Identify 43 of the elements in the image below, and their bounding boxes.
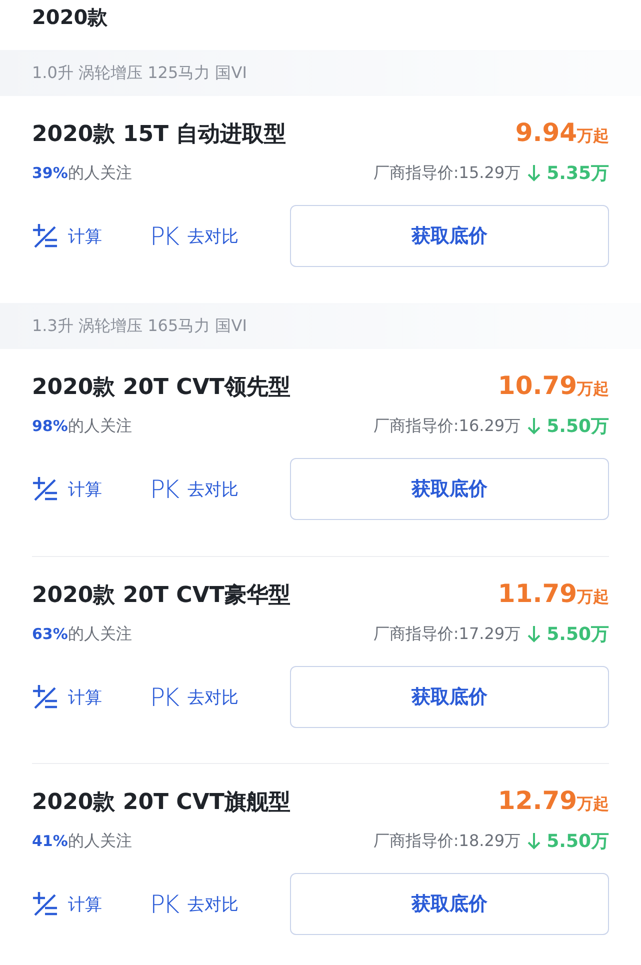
attention-text: 98%的人关注 [32, 416, 132, 436]
calculator-icon [32, 476, 58, 502]
msrp-text: 厂商指导价:17.29万 [373, 624, 521, 644]
get-price-button[interactable]: 获取底价 [290, 205, 609, 267]
msrp-text: 厂商指导价:18.29万 [373, 830, 521, 852]
down-arrow-icon [526, 417, 541, 435]
compare-link[interactable]: PK 去对比 [150, 682, 290, 712]
section-heading: 2020款 [31, 4, 109, 31]
calculator-icon [32, 684, 58, 710]
trim-name: 2020款 20T CVT豪华型 [32, 582, 290, 610]
msrp-text: 厂商指导价:15.29万 [373, 162, 521, 184]
attention-text: 63%的人关注 [32, 624, 132, 644]
discount-text: 5.35万 [546, 162, 609, 185]
msrp-text: 厂商指导价:16.29万 [373, 416, 521, 436]
calculate-link[interactable]: 计算 [32, 891, 150, 917]
calculate-link[interactable]: 计算 [32, 684, 150, 710]
discount-text: 5.50万 [546, 415, 609, 438]
trim-name: 2020款 15T 自动进取型 [32, 121, 286, 149]
price: 11.79万起 [498, 579, 609, 608]
compare-link[interactable]: PK 去对比 [150, 890, 290, 918]
get-price-button[interactable]: 获取底价 [290, 458, 609, 520]
trim-name: 2020款 20T CVT领先型 [32, 374, 290, 402]
calculate-link[interactable]: 计算 [32, 223, 150, 249]
get-price-button[interactable]: 获取底价 [290, 873, 609, 935]
attention-text: 39%的人关注 [32, 162, 132, 184]
calculate-link[interactable]: 计算 [32, 476, 150, 502]
engine-spec: 1.0升 涡轮增压 125马力 国VI [32, 62, 247, 84]
calculator-icon [32, 891, 58, 917]
down-arrow-icon [526, 832, 541, 850]
engine-spec: 1.3升 涡轮增压 165马力 国VI [32, 316, 247, 336]
calculator-icon [32, 223, 58, 249]
trim-name: 2020款 20T CVT旗舰型 [32, 789, 290, 817]
down-arrow-icon [526, 625, 541, 643]
get-price-button[interactable]: 获取底价 [290, 666, 609, 728]
attention-text: 41%的人关注 [32, 830, 132, 852]
down-arrow-icon [526, 164, 541, 182]
discount-text: 5.50万 [546, 830, 609, 853]
price: 9.94万起 [515, 118, 609, 147]
compare-link[interactable]: PK 去对比 [150, 474, 290, 504]
price: 12.79万起 [498, 786, 609, 815]
discount-text: 5.50万 [546, 623, 609, 646]
compare-link[interactable]: PK 去对比 [150, 222, 290, 250]
price: 10.79万起 [498, 371, 609, 400]
